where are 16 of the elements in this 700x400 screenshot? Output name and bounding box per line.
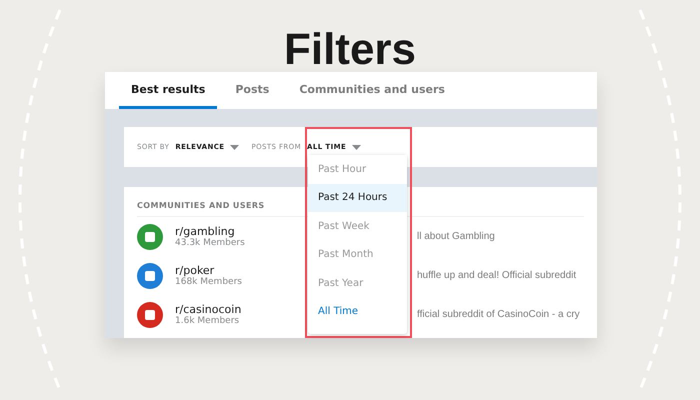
member-count: 168k Members (175, 277, 242, 287)
community-description: huffle up and deal! Official subreddit (417, 270, 576, 281)
community-link[interactable]: r/gambling (175, 225, 235, 238)
caret-icon (352, 144, 362, 150)
member-count: 1.6k Members (175, 316, 240, 326)
community-link[interactable]: r/casinocoin (175, 303, 242, 316)
tab[interactable]: Communities and users (287, 72, 457, 109)
member-count: 43.3k Members (175, 238, 245, 248)
community-description: ll about Gambling (417, 231, 495, 242)
caret-icon (230, 144, 240, 150)
dropdown-option[interactable]: All Time (308, 298, 407, 326)
community-link[interactable]: r/poker (175, 264, 214, 277)
tab[interactable]: Posts (223, 72, 282, 109)
community-description: fficial subreddit of CasinoCoin - a cry (417, 309, 580, 320)
page-heading: Filters (282, 24, 418, 72)
dropdown-option[interactable]: Past 24 Hours (308, 184, 407, 212)
